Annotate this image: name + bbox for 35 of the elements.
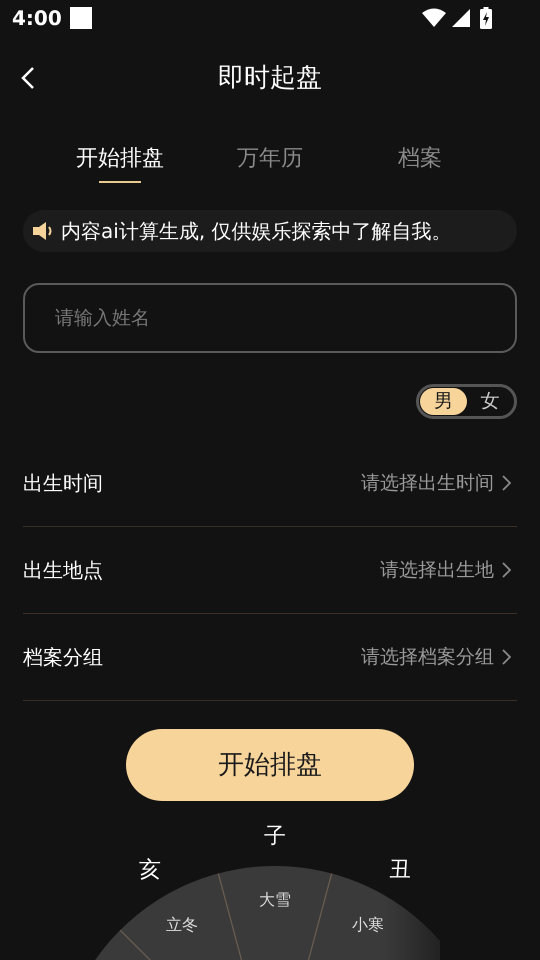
- back-icon[interactable]: [20, 66, 36, 90]
- signal-icon: [450, 8, 470, 28]
- solar-term-label: 大雪: [259, 890, 291, 909]
- tab[interactable]: 开始排盘: [76, 142, 164, 175]
- row-label: 出生地点: [23, 557, 104, 584]
- row-label: 出生时间: [23, 470, 104, 497]
- solar-term-label: 小寒: [352, 914, 384, 934]
- branch-label: 子: [264, 824, 286, 849]
- solar-term-label: 立冬: [166, 914, 198, 934]
- gender-switch[interactable]: 男 女: [416, 384, 517, 419]
- branch-label: 亥: [139, 858, 161, 882]
- tab[interactable]: 档案: [398, 142, 442, 175]
- page-title: 即时起盘: [218, 62, 322, 94]
- tab[interactable]: 万年历: [237, 142, 303, 175]
- chevron-icon: [502, 562, 511, 578]
- chevron-icon: [502, 649, 511, 665]
- row-value: 请选择档案分组: [361, 644, 494, 670]
- battery-icon: [480, 7, 492, 29]
- wifi-icon: [422, 8, 446, 28]
- name-field[interactable]: 请输入姓名: [23, 283, 517, 353]
- form-row[interactable]: 出生地点 请选择出生地: [23, 527, 517, 614]
- notification-icon: [70, 7, 92, 29]
- row-value: 请选择出生地: [380, 558, 494, 583]
- gender-option[interactable]: 女: [466, 388, 513, 415]
- start-button[interactable]: 开始排盘: [126, 729, 414, 801]
- tab-underline: [99, 181, 141, 183]
- gender-option[interactable]: 男: [420, 388, 466, 415]
- form-row[interactable]: 档案分组 请选择档案分组: [23, 614, 517, 701]
- chevron-icon: [502, 475, 511, 491]
- row-value: 请选择出生时间: [361, 470, 494, 496]
- branch-label: 丑: [389, 858, 411, 882]
- status-time: 4:00: [12, 5, 62, 32]
- form-row[interactable]: 出生时间 请选择出生时间: [23, 440, 517, 527]
- row-label: 档案分组: [23, 644, 104, 671]
- notice-text: 内容ai计算生成, 仅供娱乐探索中了解自我。: [61, 218, 452, 245]
